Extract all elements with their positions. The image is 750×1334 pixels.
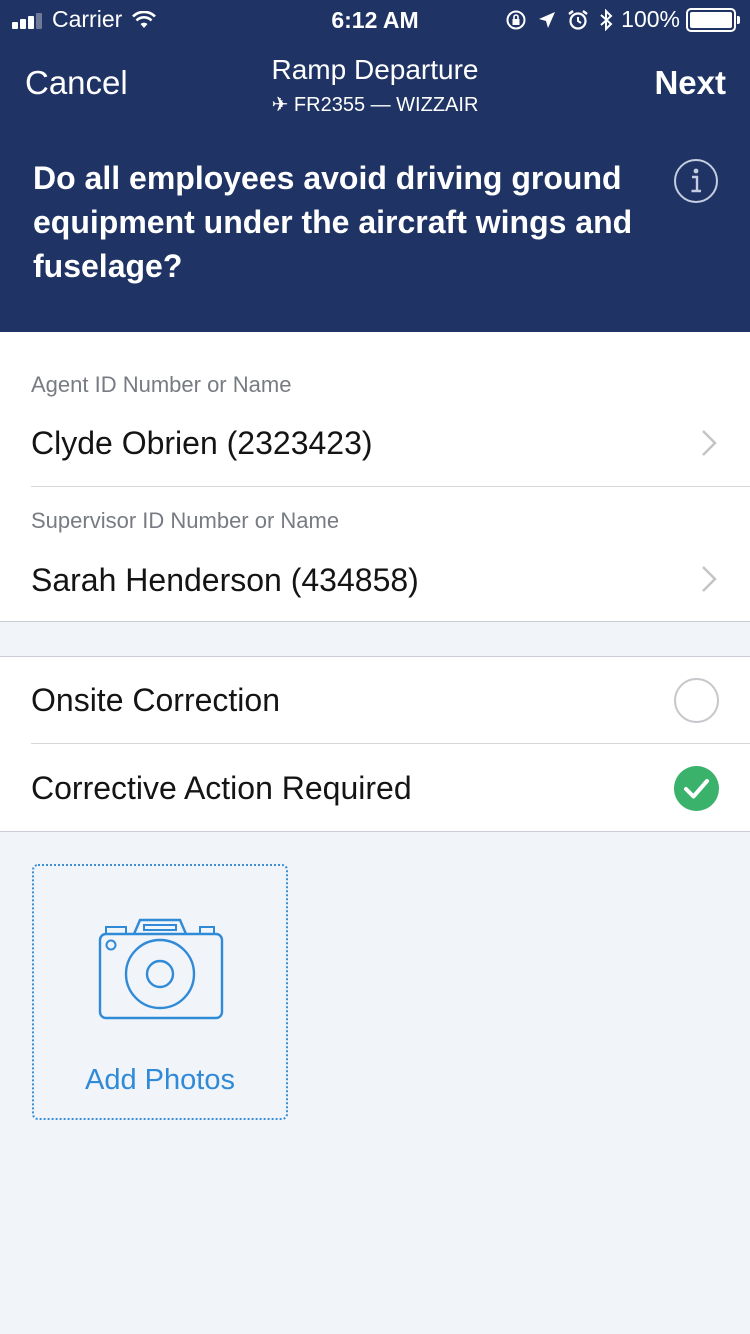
- correction-options-section: Onsite Correction Corrective Action Requ…: [0, 656, 750, 832]
- chevron-right-icon[interactable]: [700, 428, 718, 458]
- question-text: Do all employees avoid driving ground eq…: [33, 160, 633, 284]
- location-icon: [539, 11, 556, 28]
- header: Carrier 6:12 AM 100% Cancel Ramp Departu…: [0, 0, 750, 332]
- add-photos-label: Add Photos: [85, 1064, 235, 1096]
- camera-icon: [98, 918, 224, 1020]
- info-icon[interactable]: [673, 158, 719, 204]
- agent-field-label: Agent ID Number or Name: [31, 372, 292, 397]
- battery-icon: [686, 7, 740, 32]
- battery-percent: 100%: [621, 6, 680, 32]
- status-right: 100%: [495, 6, 740, 33]
- onsite-correction-radio[interactable]: [674, 678, 719, 723]
- supervisor-field-value[interactable]: Sarah Henderson (434858): [31, 562, 419, 599]
- corrective-action-label[interactable]: Corrective Action Required: [31, 770, 412, 807]
- rotation-lock-icon: [506, 10, 526, 29]
- supervisor-field-label: Supervisor ID Number or Name: [31, 508, 340, 533]
- corrective-action-radio[interactable]: [674, 766, 719, 811]
- next-button[interactable]: Next: [654, 64, 726, 102]
- nav-subtitle: ✈ FR2355 — WIZZAIR: [271, 94, 479, 116]
- checkmark-icon: [684, 779, 709, 799]
- personnel-section: Agent ID Number or Name Clyde Obrien (23…: [0, 332, 750, 622]
- alarm-icon: [568, 9, 588, 30]
- divider: [31, 743, 750, 744]
- add-photos-button[interactable]: Add Photos: [32, 864, 288, 1120]
- chevron-right-icon[interactable]: [700, 564, 718, 594]
- bluetooth-icon: [600, 8, 613, 31]
- agent-field-value[interactable]: Clyde Obrien (2323423): [31, 425, 373, 462]
- status-bar: Carrier 6:12 AM 100%: [0, 0, 750, 40]
- onsite-correction-label[interactable]: Onsite Correction: [31, 682, 280, 719]
- divider: [31, 486, 750, 487]
- nav-title: Ramp Departure: [271, 54, 479, 85]
